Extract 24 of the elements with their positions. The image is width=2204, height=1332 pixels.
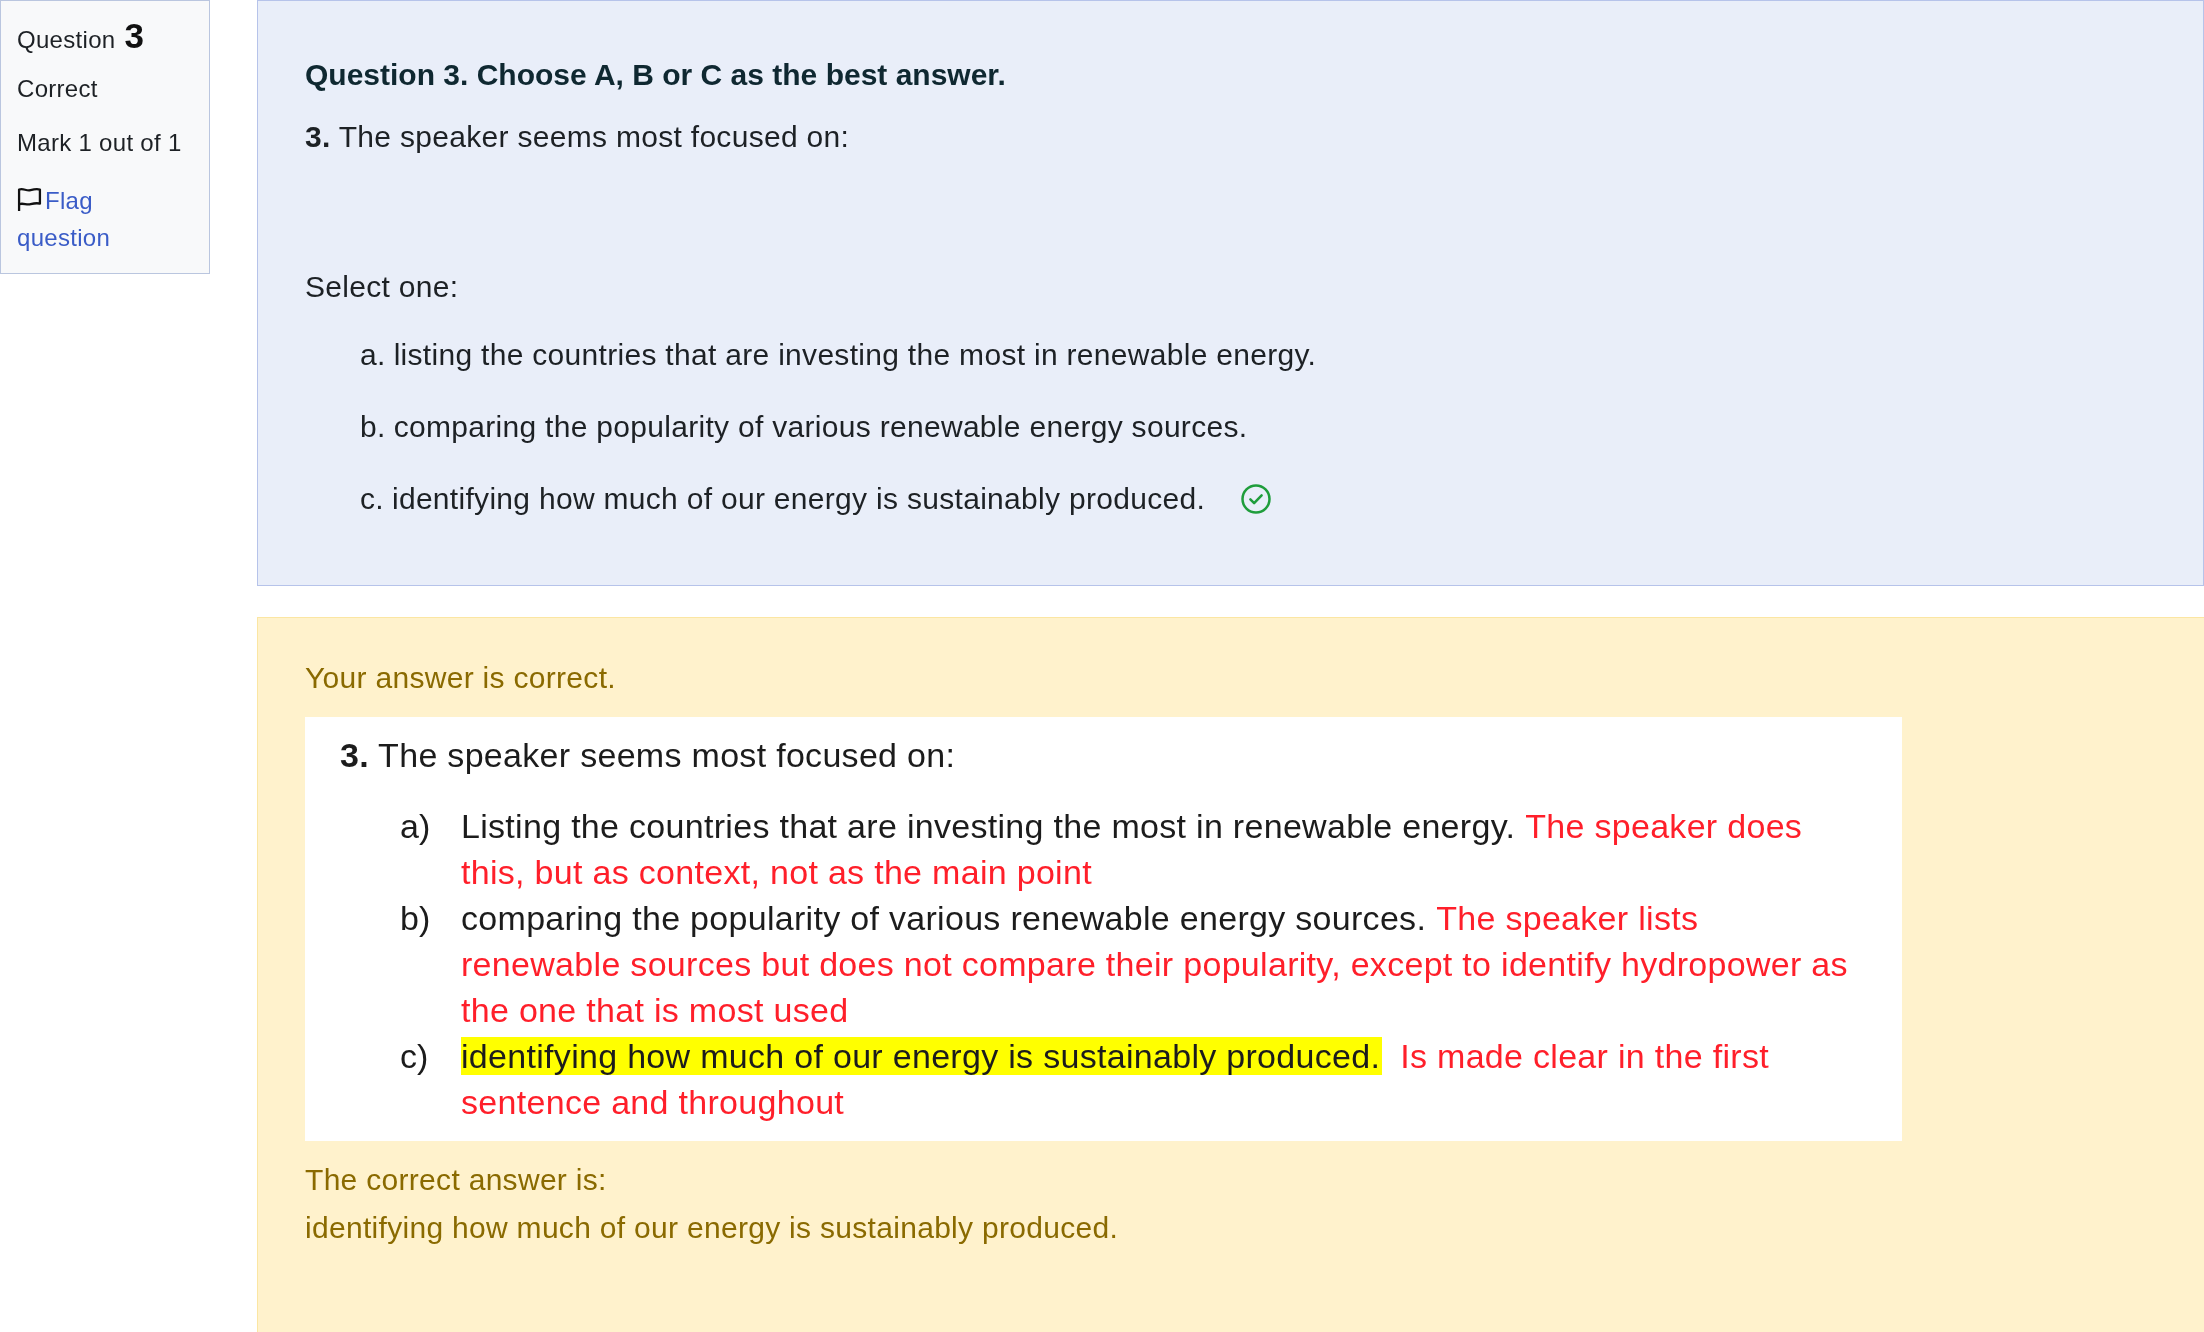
question-prompt: 3. The speaker seems most focused on: xyxy=(305,119,850,155)
option-letter: a. xyxy=(360,337,386,373)
option-letter: b. xyxy=(360,409,386,445)
answer-explanation: Listing the countries that are investing the most in renewable energy. The speaker does this, but as context, not as the main point xyxy=(461,806,1804,893)
answer-explanation: identifying how much of our energy is sustainably produced. Is made clear in the first sentence and throughout xyxy=(461,1036,1770,1123)
document-prompt: 3. The speaker seems most focused on: xyxy=(340,735,956,776)
question-mark: Mark 1 out of 1 xyxy=(17,128,182,158)
question-heading: Question 3. Choose A, B or C as the best answer. xyxy=(305,57,1006,93)
answer-letter: c) xyxy=(400,1036,430,1077)
option-text[interactable]: comparing the popularity of various renewable energy sources. xyxy=(393,407,1248,447)
answer-letter: b) xyxy=(400,898,432,939)
question-number: 3 xyxy=(124,15,144,57)
question-label: Question xyxy=(17,25,116,55)
select-one-label: Select one: xyxy=(305,269,459,305)
question-state: Correct xyxy=(17,74,98,104)
answer-explanation: comparing the popularity of various renewable energy sources. The speaker lists renewable sources but does not compare their popularity, except to identify hydropower as the one that is most used xyxy=(461,898,1849,1031)
correct-answer-label: The correct answer is: xyxy=(305,1162,607,1198)
flag-question-link[interactable]: Flag question xyxy=(17,182,135,256)
answer-letter: a) xyxy=(400,806,432,847)
correct-answer-text: identifying how much of our energy is sustainably produced. xyxy=(305,1210,1119,1246)
option-text[interactable]: listing the countries that are investing the most in renewable energy. xyxy=(393,335,1317,375)
option-letter: c. xyxy=(360,481,384,517)
feedback-status: Your answer is correct. xyxy=(305,660,616,696)
option-text[interactable]: identifying how much of our energy is sustainably produced. xyxy=(391,479,1206,519)
